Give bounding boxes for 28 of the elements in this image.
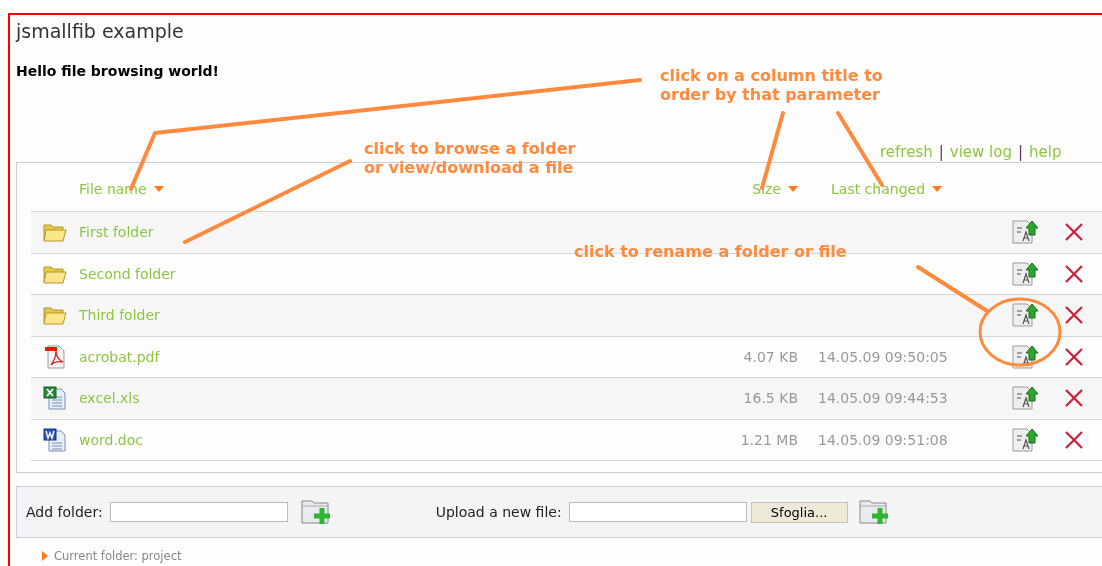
toolbar-link[interactable]: help [1029, 143, 1062, 161]
link-separator: | [938, 143, 944, 161]
size-cell-text: 16.5 KB [743, 390, 799, 407]
browse-button[interactable]: Sfoglia... [750, 501, 848, 523]
date-cell: 14.05.09 09:50:05 [818, 348, 948, 365]
annotation-text: click on a column title to order by that parameter [660, 66, 883, 104]
toolbar-link[interactable]: refresh [880, 143, 933, 161]
file-link[interactable]: word.doc [79, 431, 143, 448]
file-link[interactable]: excel.xls [79, 390, 140, 407]
page-heading: Hello file browsing world! [16, 63, 219, 79]
field-label: Upload a new file: [435, 504, 562, 520]
size-cell-text: 4.07 KB [743, 348, 799, 365]
link-separator: | [1018, 143, 1024, 161]
date-cell: 14.05.09 09:44:53 [818, 390, 948, 407]
current-folder-text: Current folder: project [54, 549, 182, 563]
toolbar-link[interactable]: view log [949, 143, 1012, 161]
annotation-text: click to browse a folder or view/download a file [364, 139, 576, 177]
page-title: jsmallfib example [16, 19, 184, 43]
field-label: Add folder: [26, 504, 103, 520]
column-header[interactable]: Last changed [818, 181, 943, 197]
date-cell: 14.05.09 09:51:08 [818, 431, 948, 448]
column-header[interactable]: Size [752, 181, 818, 197]
annotation-text: click to rename a folder or file [574, 242, 847, 261]
size-cell-text: 1.21 MB [740, 431, 799, 448]
folder-link[interactable]: First folder [79, 224, 154, 241]
file-link[interactable]: acrobat.pdf [79, 348, 160, 365]
folder-link[interactable]: Third folder [79, 307, 160, 324]
folder-link[interactable]: Second folder [79, 265, 176, 282]
